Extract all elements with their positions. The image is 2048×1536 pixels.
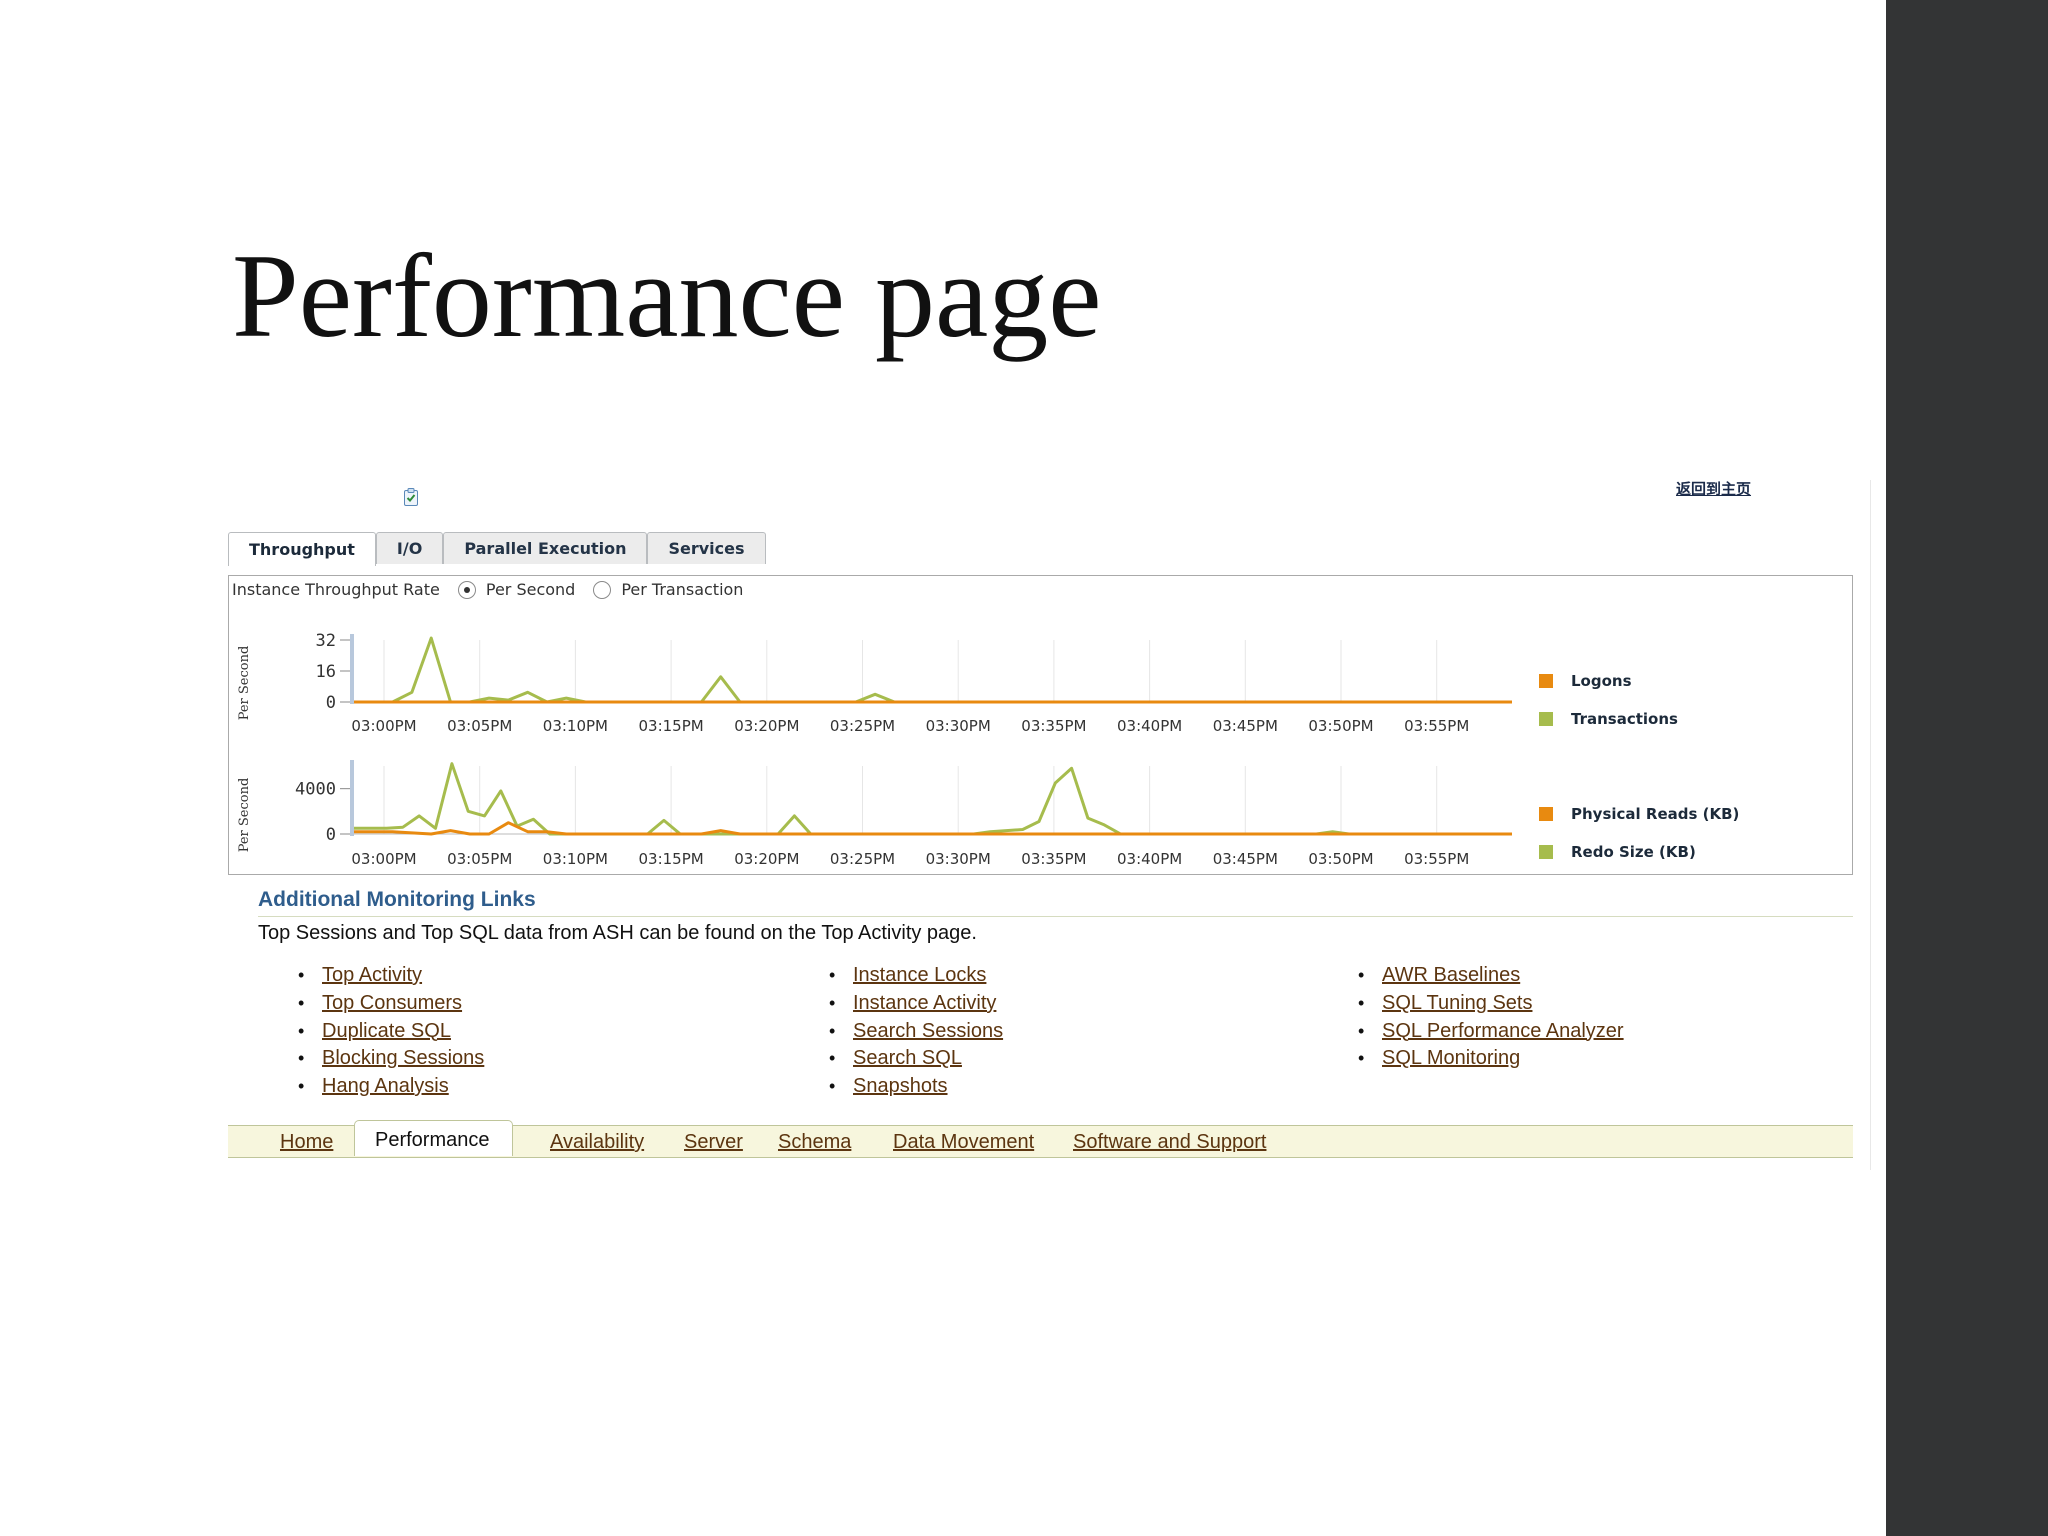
return-home-link[interactable]: 返回到主页 <box>1676 478 1751 499</box>
x-tick-label: 03:55PM <box>1404 850 1469 868</box>
x-tick-label: 03:30PM <box>926 850 991 868</box>
y-tick-label: 0 <box>326 825 336 845</box>
y-axis-label: Per Second <box>237 646 252 721</box>
x-tick-label: 03:15PM <box>638 717 703 735</box>
awr-baselines-link[interactable]: AWR Baselines <box>1382 964 1520 986</box>
top-consumers-link[interactable]: Top Consumers <box>322 992 462 1014</box>
slide-title: Performance page <box>232 229 1102 362</box>
x-tick-label: 03:45PM <box>1213 850 1278 868</box>
x-tick-label: 03:45PM <box>1213 717 1278 735</box>
tab-schema[interactable]: Schema <box>778 1131 851 1154</box>
search-sql-link[interactable]: Search SQL <box>853 1047 962 1069</box>
hang-analysis-link[interactable]: Hang Analysis <box>322 1075 449 1097</box>
list-item: SQL Monitoring <box>1358 1045 1624 1073</box>
x-tick-label: 03:00PM <box>351 850 416 868</box>
sql-monitoring-link[interactable]: SQL Monitoring <box>1382 1047 1520 1069</box>
top-activity-link[interactable]: Top Activity <box>322 964 422 986</box>
list-item: Top Consumers <box>298 990 484 1018</box>
list-item: Duplicate SQL <box>298 1018 484 1046</box>
list-item: SQL Performance Analyzer <box>1358 1018 1624 1046</box>
sql-performance-analyzer-link[interactable]: SQL Performance Analyzer <box>1382 1020 1624 1042</box>
list-item: Hang Analysis <box>298 1073 484 1101</box>
tab-home[interactable]: Home <box>280 1131 333 1154</box>
x-tick-label: 03:20PM <box>734 717 799 735</box>
monitoring-divider <box>258 916 1853 917</box>
monitoring-links-col2: Instance Locks Instance Activity Search … <box>829 962 1003 1101</box>
legend-swatch-orange <box>1539 674 1553 688</box>
sub-tab-bar: Throughput I/O Parallel Execution Servic… <box>228 532 766 566</box>
tab-performance[interactable]: Performance <box>354 1120 513 1156</box>
y-tick-label: 32 <box>316 631 336 651</box>
list-item: Instance Locks <box>829 962 1003 990</box>
legend-swatch-orange <box>1539 807 1553 821</box>
slide-side-bar <box>1886 0 2048 1536</box>
legend-physical-reads: Physical Reads (KB) <box>1539 805 1739 823</box>
tab-data-movement[interactable]: Data Movement <box>893 1131 1034 1154</box>
screenshot-panel: 返回到主页 Throughput I/O Parallel Execution … <box>226 470 1876 1170</box>
bottom-tab-bar: Home Performance Availability Server Sch… <box>228 1120 1853 1158</box>
blocking-sessions-link[interactable]: Blocking Sessions <box>322 1047 484 1069</box>
tab-parallel-execution[interactable]: Parallel Execution <box>443 532 648 564</box>
legend-label: Physical Reads (KB) <box>1571 805 1740 823</box>
y-tick-label: 4000 <box>295 780 336 800</box>
x-tick-label: 03:40PM <box>1117 850 1182 868</box>
tab-io[interactable]: I/O <box>375 532 444 564</box>
list-item: Snapshots <box>829 1073 1003 1101</box>
monitoring-description: Top Sessions and Top SQL data from ASH c… <box>258 922 977 944</box>
legend-swatch-green <box>1539 845 1553 859</box>
snapshots-link[interactable]: Snapshots <box>853 1075 948 1097</box>
throughput-panel: Instance Throughput Rate Per Second Per … <box>228 575 1853 875</box>
list-item: Search SQL <box>829 1045 1003 1073</box>
panel-edge <box>1870 480 1871 1170</box>
x-tick-label: 03:20PM <box>734 850 799 868</box>
x-tick-label: 03:30PM <box>926 717 991 735</box>
x-tick-label: 03:50PM <box>1308 850 1373 868</box>
list-item: SQL Tuning Sets <box>1358 990 1624 1018</box>
monitoring-title: Additional Monitoring Links <box>258 888 536 911</box>
legend-swatch-green <box>1539 712 1553 726</box>
y-tick-label: 0 <box>326 693 336 713</box>
list-item: Search Sessions <box>829 1018 1003 1046</box>
instance-locks-link[interactable]: Instance Locks <box>853 964 986 986</box>
search-sessions-link[interactable]: Search Sessions <box>853 1020 1003 1042</box>
x-tick-label: 03:40PM <box>1117 717 1182 735</box>
x-tick-label: 03:55PM <box>1404 717 1469 735</box>
x-tick-label: 03:15PM <box>638 850 703 868</box>
legend-redo-size: Redo Size (KB) <box>1539 843 1696 861</box>
y-axis-label: Per Second <box>237 778 252 853</box>
legend-label: Redo Size (KB) <box>1571 843 1696 861</box>
tab-availability[interactable]: Availability <box>550 1131 644 1154</box>
x-tick-label: 03:00PM <box>351 717 416 735</box>
list-item: Blocking Sessions <box>298 1045 484 1073</box>
list-item: Top Activity <box>298 962 484 990</box>
x-tick-label: 03:05PM <box>447 850 512 868</box>
series-line <box>354 762 1512 836</box>
x-tick-label: 03:10PM <box>543 850 608 868</box>
monitoring-links-col3: AWR Baselines SQL Tuning Sets SQL Perfor… <box>1358 962 1624 1073</box>
x-tick-label: 03:25PM <box>830 717 895 735</box>
instance-activity-link[interactable]: Instance Activity <box>853 992 996 1014</box>
legend-label: Logons <box>1571 672 1632 690</box>
series-line <box>354 636 1512 704</box>
tab-software-and-support[interactable]: Software and Support <box>1073 1131 1266 1154</box>
x-tick-label: 03:35PM <box>1021 717 1086 735</box>
legend-label: Transactions <box>1571 710 1678 728</box>
legend-transactions: Transactions <box>1539 710 1678 728</box>
clipboard-check-icon[interactable] <box>403 488 419 506</box>
tab-throughput[interactable]: Throughput <box>228 532 376 566</box>
y-tick-label: 16 <box>316 662 336 682</box>
duplicate-sql-link[interactable]: Duplicate SQL <box>322 1020 451 1042</box>
legend-logons: Logons <box>1539 672 1632 690</box>
tab-services[interactable]: Services <box>647 532 766 564</box>
list-item: Instance Activity <box>829 990 1003 1018</box>
list-item: AWR Baselines <box>1358 962 1624 990</box>
x-tick-label: 03:10PM <box>543 717 608 735</box>
x-tick-label: 03:25PM <box>830 850 895 868</box>
tab-server[interactable]: Server <box>684 1131 743 1154</box>
x-tick-label: 03:05PM <box>447 717 512 735</box>
monitoring-links-col1: Top Activity Top Consumers Duplicate SQL… <box>298 962 484 1101</box>
x-tick-label: 03:35PM <box>1021 850 1086 868</box>
sql-tuning-sets-link[interactable]: SQL Tuning Sets <box>1382 992 1532 1014</box>
x-tick-label: 03:50PM <box>1308 717 1373 735</box>
